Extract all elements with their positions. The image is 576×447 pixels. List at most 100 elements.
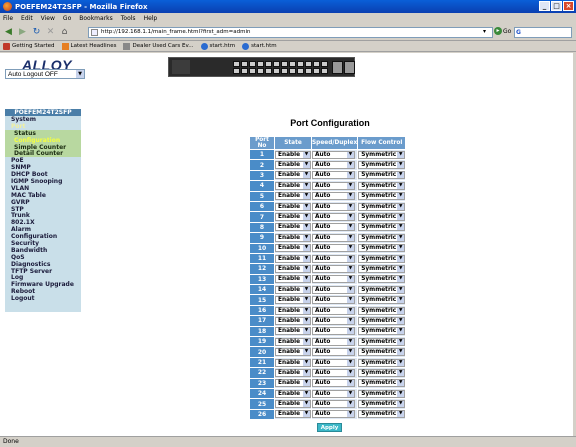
speed-duplex-select[interactable]: Auto ▼: [312, 410, 355, 419]
speed-duplex-select[interactable]: Auto ▼: [312, 171, 355, 180]
state-select[interactable]: Enable ▼: [275, 306, 311, 315]
state-select[interactable]: Enable ▼: [275, 244, 311, 253]
minimize-button[interactable]: _: [539, 1, 550, 11]
flow-control-select[interactable]: Symmetric ▼: [358, 192, 406, 201]
flow-control-select[interactable]: Symmetric ▼: [358, 348, 406, 357]
speed-duplex-select[interactable]: Auto ▼: [312, 161, 355, 170]
menu-file[interactable]: File: [3, 15, 13, 22]
flow-control-select[interactable]: Symmetric ▼: [358, 150, 406, 159]
url-dropdown-icon[interactable]: ▾: [483, 28, 491, 37]
bookmark-item[interactable]: Latest Headlines: [61, 42, 116, 50]
speed-duplex-select[interactable]: Auto ▼: [312, 254, 355, 263]
flow-control-select[interactable]: Symmetric ▼: [358, 181, 406, 190]
sidebar-item-vlan[interactable]: VLAN: [5, 185, 81, 192]
url-input[interactable]: http://192.168.1.1/main_frame.html?first…: [88, 27, 493, 38]
sidebar-item-dhcp-boot[interactable]: DHCP Boot: [5, 171, 81, 178]
sidebar-item-802-1x[interactable]: 802.1X: [5, 219, 81, 226]
flow-control-select[interactable]: Symmetric ▼: [358, 233, 406, 242]
sidebar-item-qos[interactable]: QoS: [5, 254, 81, 261]
bookmark-item[interactable]: Getting Started: [3, 42, 55, 50]
state-select[interactable]: Enable ▼: [275, 161, 311, 170]
state-select[interactable]: Enable ▼: [275, 296, 311, 305]
sidebar-item-status[interactable]: Status: [5, 129, 81, 137]
speed-duplex-select[interactable]: Auto ▼: [312, 389, 355, 398]
stop-icon[interactable]: ✕: [45, 27, 56, 38]
speed-duplex-select[interactable]: Auto ▼: [312, 327, 355, 336]
speed-duplex-select[interactable]: Auto ▼: [312, 213, 355, 222]
sidebar-item-mac-table[interactable]: MAC Table: [5, 192, 81, 199]
flow-control-select[interactable]: Symmetric ▼: [358, 171, 406, 180]
flow-control-select[interactable]: Symmetric ▼: [358, 161, 406, 170]
sidebar-item-alarm[interactable]: Alarm: [5, 226, 81, 233]
sidebar-item-configuration[interactable]: Configuration: [5, 233, 81, 240]
state-select[interactable]: Enable ▼: [275, 150, 311, 159]
speed-duplex-select[interactable]: Auto ▼: [312, 275, 355, 284]
sidebar-item-firmware-upgrade[interactable]: Firmware Upgrade: [5, 281, 81, 288]
speed-duplex-select[interactable]: Auto ▼: [312, 192, 355, 201]
back-icon[interactable]: ◀: [3, 27, 14, 38]
flow-control-select[interactable]: Symmetric ▼: [358, 400, 406, 409]
sidebar-item-trunk[interactable]: Trunk: [5, 212, 81, 220]
bookmark-item[interactable]: Dealer Used Cars Ev...: [123, 42, 194, 50]
flow-control-select[interactable]: Symmetric ▼: [358, 379, 406, 388]
bookmark-item[interactable]: start.htm: [200, 42, 235, 50]
state-select[interactable]: Enable ▼: [275, 202, 311, 211]
menu-edit[interactable]: Edit: [21, 15, 33, 22]
state-select[interactable]: Enable ▼: [275, 358, 311, 367]
sidebar-item-security[interactable]: Security: [5, 240, 81, 247]
speed-duplex-select[interactable]: Auto ▼: [312, 316, 355, 325]
state-select[interactable]: Enable ▼: [275, 171, 311, 180]
sidebar-item-configuration[interactable]: Configuration: [5, 136, 81, 144]
reload-icon[interactable]: ↻: [31, 27, 42, 38]
state-select[interactable]: Enable ▼: [275, 389, 311, 398]
sidebar-item-logout[interactable]: Logout: [5, 295, 81, 302]
speed-duplex-select[interactable]: Auto ▼: [312, 400, 355, 409]
speed-duplex-select[interactable]: Auto ▼: [312, 348, 355, 357]
speed-duplex-select[interactable]: Auto ▼: [312, 296, 355, 305]
speed-duplex-select[interactable]: Auto ▼: [312, 181, 355, 190]
speed-duplex-select[interactable]: Auto ▼: [312, 223, 355, 232]
flow-control-select[interactable]: Symmetric ▼: [358, 337, 406, 346]
speed-duplex-select[interactable]: Auto ▼: [312, 368, 355, 377]
auto-logout-select[interactable]: Auto Logout OFF ▼: [5, 69, 85, 79]
forward-icon[interactable]: ▶: [17, 27, 28, 38]
speed-duplex-select[interactable]: Auto ▼: [312, 285, 355, 294]
flow-control-select[interactable]: Symmetric ▼: [358, 285, 406, 294]
menu-go[interactable]: Go: [63, 15, 71, 22]
state-select[interactable]: Enable ▼: [275, 181, 311, 190]
flow-control-select[interactable]: Symmetric ▼: [358, 327, 406, 336]
speed-duplex-select[interactable]: Auto ▼: [312, 202, 355, 211]
flow-control-select[interactable]: Symmetric ▼: [358, 254, 406, 263]
speed-duplex-select[interactable]: Auto ▼: [312, 233, 355, 242]
state-select[interactable]: Enable ▼: [275, 275, 311, 284]
flow-control-select[interactable]: Symmetric ▼: [358, 275, 406, 284]
speed-duplex-select[interactable]: Auto ▼: [312, 379, 355, 388]
apply-button[interactable]: Apply: [317, 423, 342, 432]
flow-control-select[interactable]: Symmetric ▼: [358, 316, 406, 325]
flow-control-select[interactable]: Symmetric ▼: [358, 264, 406, 273]
sidebar-item-port[interactable]: Port: [5, 123, 81, 130]
speed-duplex-select[interactable]: Auto ▼: [312, 306, 355, 315]
sidebar-item-snmp[interactable]: SNMP: [5, 164, 81, 171]
state-select[interactable]: Enable ▼: [275, 348, 311, 357]
state-select[interactable]: Enable ▼: [275, 337, 311, 346]
bookmark-item[interactable]: start.htm: [242, 42, 277, 50]
state-select[interactable]: Enable ▼: [275, 192, 311, 201]
speed-duplex-select[interactable]: Auto ▼: [312, 244, 355, 253]
menu-tools[interactable]: Tools: [121, 15, 136, 22]
state-select[interactable]: Enable ▼: [275, 285, 311, 294]
sidebar-item-detail-counter[interactable]: Detail Counter: [5, 150, 81, 157]
flow-control-select[interactable]: Symmetric ▼: [358, 389, 406, 398]
flow-control-select[interactable]: Symmetric ▼: [358, 244, 406, 253]
home-icon[interactable]: ⌂: [59, 27, 70, 38]
flow-control-select[interactable]: Symmetric ▼: [358, 410, 406, 419]
sidebar-item-igmp-snooping[interactable]: IGMP Snooping: [5, 178, 81, 185]
sidebar-item-poe[interactable]: PoE: [5, 157, 81, 164]
state-select[interactable]: Enable ▼: [275, 410, 311, 419]
sidebar-item-stp[interactable]: STP: [5, 206, 81, 213]
menu-help[interactable]: Help: [144, 15, 158, 22]
speed-duplex-select[interactable]: Auto ▼: [312, 150, 355, 159]
sidebar-item-bandwidth[interactable]: Bandwidth: [5, 247, 81, 254]
state-select[interactable]: Enable ▼: [275, 316, 311, 325]
menu-bookmarks[interactable]: Bookmarks: [79, 15, 113, 22]
